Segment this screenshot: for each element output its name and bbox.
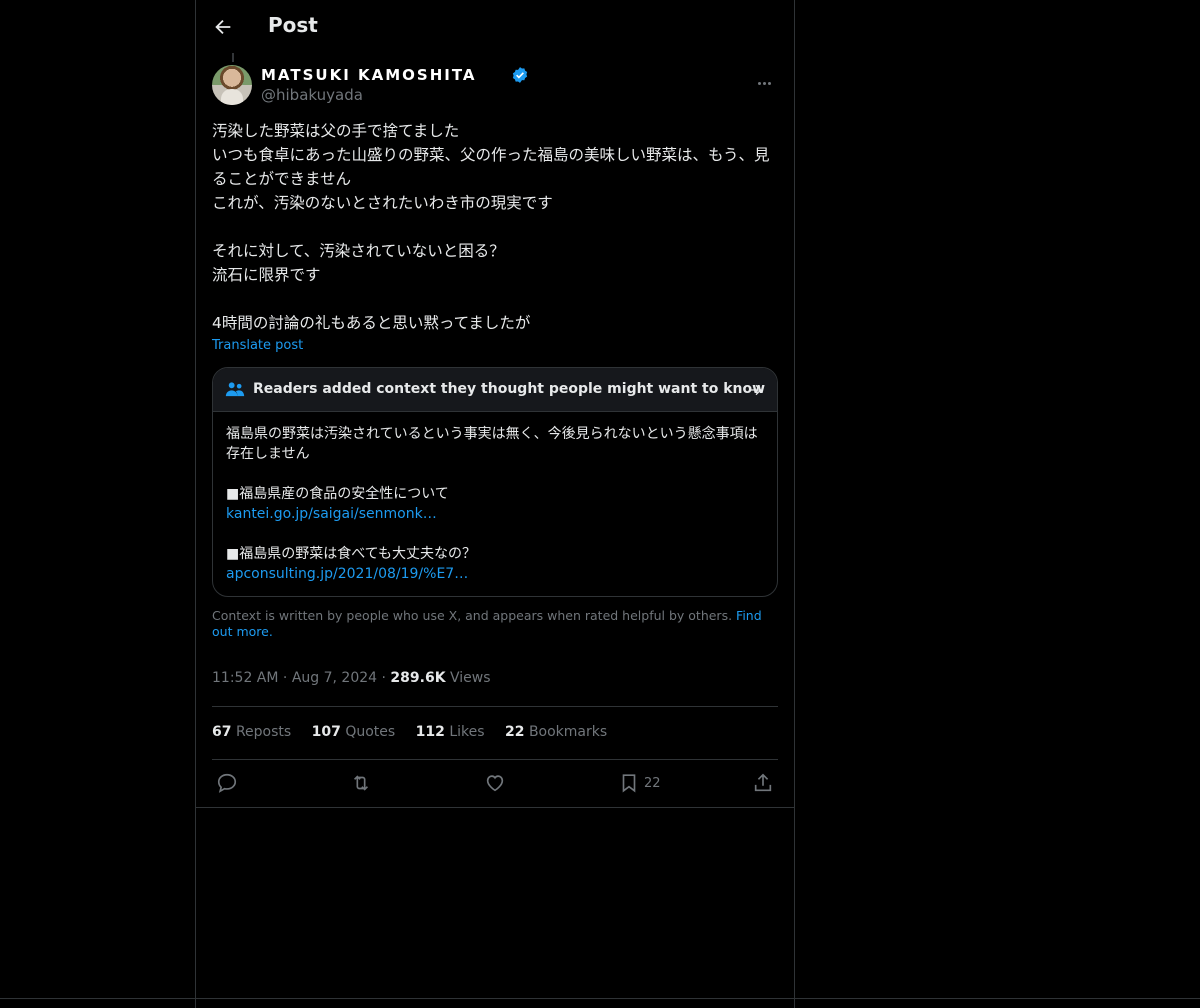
separator: ·	[381, 670, 386, 686]
bookmarks-stat[interactable]: 22 Bookmarks	[505, 724, 607, 740]
repost-icon[interactable]	[350, 772, 374, 796]
post-line: それに対して、汚染されていないと困る？	[212, 242, 505, 260]
engagement-stats: 67 Reposts 107 Quotes 112 Likes 22 Bookm…	[212, 724, 623, 740]
divider	[212, 706, 778, 707]
divider	[196, 807, 794, 808]
note-ref-link[interactable]: kantei.go.jp/saigai/senmonk…	[226, 504, 766, 524]
primary-column: Post MATSUKI KAMOSHITA @hibakuyada 汚染した野…	[195, 0, 795, 1008]
post-line: いつも食卓にあった山盛りの野菜、父の作った福島の美味しい野菜は、もう、見ることが…	[212, 146, 770, 188]
like-icon[interactable]	[484, 772, 508, 796]
share-icon[interactable]	[752, 772, 776, 796]
verified-badge-icon[interactable]	[511, 66, 529, 84]
divider	[0, 998, 1200, 999]
community-note-title: Readers added context they thought peopl…	[253, 381, 766, 397]
post-time[interactable]: 11:52 AM	[212, 670, 278, 686]
note-footer-text: Context is written by people who use X, …	[212, 608, 733, 623]
views-count: 289.6K	[390, 670, 446, 686]
community-note[interactable]: Readers added context they thought peopl…	[212, 367, 778, 597]
note-ref-link[interactable]: apconsulting.jp/2021/08/19/%E7…	[226, 564, 766, 584]
arrow-right-icon[interactable]	[748, 382, 764, 398]
note-ref-title: ■福島県の野菜は食べても大丈夫なの？	[226, 546, 476, 562]
page-title: Post	[268, 13, 318, 37]
people-icon	[225, 381, 245, 397]
post-date[interactable]: Aug 7, 2024	[292, 670, 377, 686]
bookmark-icon[interactable]	[618, 772, 642, 796]
reposts-stat[interactable]: 67 Reposts	[212, 724, 291, 740]
community-note-header[interactable]: Readers added context they thought peopl…	[213, 368, 777, 412]
likes-stat[interactable]: 112 Likes	[416, 724, 485, 740]
community-note-body: 福島県の野菜は汚染されているという事実は無く、今後見られないという懸念事項は存在…	[226, 424, 766, 584]
back-arrow-icon[interactable]	[212, 16, 234, 38]
note-text: 福島県の野菜は汚染されているという事実は無く、今後見られないという懸念事項は存在…	[226, 426, 758, 462]
post-line: 4時間の討論の礼もあると思い黙ってましたが	[212, 314, 531, 332]
header: Post	[196, 0, 794, 53]
reply-icon[interactable]	[216, 772, 240, 796]
avatar[interactable]	[212, 65, 252, 105]
separator: ·	[282, 670, 288, 686]
author-display-name[interactable]: MATSUKI KAMOSHITA	[261, 66, 477, 84]
translate-post-link[interactable]: Translate post	[212, 338, 303, 353]
post-line: 汚染した野菜は父の手で捨てました	[212, 122, 460, 140]
note-footer: Context is written by people who use X, …	[212, 608, 772, 640]
action-bar	[196, 760, 794, 807]
post-line: これが、汚染のないとされたいわき市の現実です	[212, 194, 553, 212]
post-line: 流石に限界です	[212, 266, 321, 284]
post-text: 汚染した野菜は父の手で捨てました いつも食卓にあった山盛りの野菜、父の作った福島…	[212, 119, 778, 335]
bookmark-count: 22	[644, 776, 661, 791]
views-label: Views	[450, 670, 491, 686]
note-ref-title: ■福島県産の食品の安全性について	[226, 486, 449, 502]
author-handle[interactable]: @hibakuyada	[261, 86, 363, 104]
more-options-icon[interactable]	[758, 70, 778, 85]
post-metadata: 11:52 AM · Aug 7, 2024 · 289.6K Views	[212, 670, 491, 686]
quotes-stat[interactable]: 107 Quotes	[312, 724, 396, 740]
thread-connector	[232, 53, 234, 62]
